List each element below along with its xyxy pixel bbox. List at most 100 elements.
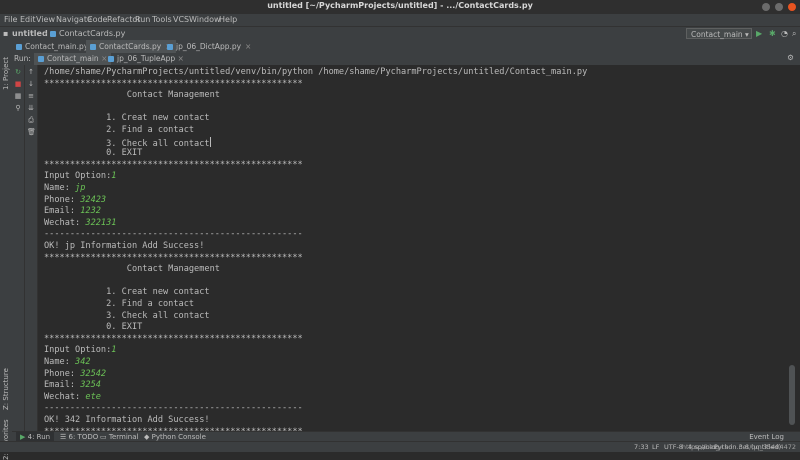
console-text: 1. Creat new contact — [44, 113, 210, 124]
pin-icon[interactable]: ⚲ — [14, 105, 22, 112]
menu-file[interactable]: File — [4, 15, 17, 24]
scroll-down-icon[interactable]: ↓ — [27, 81, 35, 88]
rerun-icon[interactable]: ↻ — [14, 69, 22, 76]
console-text: ****************************************… — [44, 333, 303, 344]
console-line: ****************************************… — [44, 79, 303, 91]
run-icon[interactable]: ▶ — [756, 29, 762, 38]
scroll-up-icon[interactable]: ↑ — [27, 69, 35, 76]
maximize-button[interactable] — [775, 3, 783, 11]
console-line: Input Option:1 — [44, 171, 116, 183]
console-line: Phone: 32542 — [44, 369, 106, 381]
python-file-icon — [50, 30, 56, 37]
console-text: Contact Management — [44, 264, 220, 275]
console-output[interactable]: /home/shame/PycharmProjects/untitled/ven… — [38, 65, 786, 431]
console-text: 2. Find a contact — [44, 299, 195, 309]
console-text: Wechat: — [44, 391, 86, 402]
console-text: Email: — [44, 206, 81, 217]
console-line: 1. Creat new contact — [44, 113, 210, 125]
gear-icon[interactable]: ⚙ — [787, 53, 794, 62]
title-bar: untitled [~/PycharmProjects/untitled] - … — [0, 0, 800, 15]
console-line: 2. Find a contact — [44, 299, 194, 311]
cursor-position[interactable]: 7:33 — [634, 443, 649, 451]
menu-help[interactable]: Help — [219, 15, 237, 24]
console-user-input: 322131 — [85, 217, 117, 228]
console-user-input: 3254 — [80, 380, 101, 391]
run-label: Run: — [14, 54, 31, 63]
structure-tool-tab[interactable]: Z: Structure — [2, 368, 10, 410]
todo-icon: ☰ — [60, 433, 67, 441]
console-user-input: 32542 — [80, 368, 107, 379]
favorites-tool-tab[interactable]: 2: Favorites — [2, 419, 10, 460]
menu-view[interactable]: View — [36, 15, 55, 24]
python-file-icon — [108, 55, 114, 62]
console-line: 3. Check all contact — [44, 136, 211, 149]
run-tab-label: jp_06_TupleApp — [117, 54, 176, 63]
console-user-input: 1 — [111, 171, 117, 182]
close-icon[interactable]: × — [178, 54, 184, 63]
line-separator[interactable]: LF — [652, 443, 659, 451]
close-icon[interactable]: × — [245, 42, 251, 51]
console-user-input: 32423 — [80, 194, 107, 205]
status-bar: 7:33 LF UTF-8 4 spaces Python 3.6 (untit… — [0, 441, 800, 452]
breadcrumb-file[interactable]: ContactCards.py — [50, 29, 125, 38]
search-icon[interactable]: ⌕ — [792, 29, 796, 39]
console-text: ----------------------------------------… — [44, 403, 303, 414]
console-text: Phone: — [44, 194, 81, 205]
python-file-icon — [16, 43, 22, 50]
console-user-input: ete — [85, 391, 101, 402]
menu-edit[interactable]: Edit — [20, 15, 36, 24]
console-text: ****************************************… — [44, 252, 303, 263]
tab-label: Contact_main.py — [25, 42, 89, 51]
scrollbar-thumb[interactable] — [789, 365, 795, 425]
text-caret — [209, 136, 211, 147]
stop-icon[interactable]: ■ — [14, 81, 22, 88]
console-text: Input Option: — [44, 345, 112, 356]
console-line: ****************************************… — [44, 160, 303, 172]
soft-wrap-icon[interactable]: ≡ — [27, 93, 35, 100]
console-text: Contact Management — [44, 90, 220, 101]
tool-tab-label: 4: Run — [27, 433, 51, 441]
run-config-select[interactable]: Contact_main ▾ — [686, 28, 752, 39]
coverage-icon[interactable]: ◔ — [781, 29, 788, 38]
editor-tabs: Contact_main.py× ContactCards.py× jp_06_… — [12, 40, 800, 55]
console-text: 1. Creat new contact — [44, 287, 210, 298]
breadcrumb-project[interactable]: untitled — [12, 29, 48, 38]
menu-vcs[interactable]: VCS — [173, 15, 189, 24]
tab-dictapp[interactable]: jp_06_DictApp.py × — [163, 40, 255, 53]
run-tab-tupleapp[interactable]: jp_06_TupleApp × — [104, 53, 188, 65]
project-tool-tab[interactable]: 1: Project — [2, 57, 10, 90]
console-line: Contact Management — [44, 264, 220, 276]
menu-tools[interactable]: Tools — [152, 15, 172, 24]
breadcrumb-file-label: ContactCards.py — [59, 29, 126, 38]
console-text: ****************************************… — [44, 78, 303, 89]
tab-label: ContactCards.py — [99, 42, 162, 51]
console-line: Name: 342 — [44, 357, 91, 369]
python-console-icon: ◆ — [144, 433, 150, 441]
debug-icon[interactable]: ✱ — [769, 29, 776, 38]
minimize-button[interactable] — [762, 3, 770, 11]
console-line: ----------------------------------------… — [44, 403, 303, 415]
watermark: https://blog.csdn.net/qq_35404472 — [681, 443, 796, 451]
console-text: Wechat: — [44, 217, 86, 228]
close-button[interactable] — [788, 3, 796, 11]
console-text: Name: — [44, 357, 76, 367]
console-line: ****************************************… — [44, 253, 303, 265]
menu-run[interactable]: Run — [135, 15, 150, 24]
console-text: 2. Find a contact — [44, 125, 195, 135]
file-encoding[interactable]: UTF-8 — [664, 443, 683, 451]
python-file-icon — [167, 43, 173, 50]
scroll-to-end-icon[interactable]: ⇊ — [27, 105, 35, 112]
folder-icon: ▪ — [3, 29, 9, 38]
print-icon[interactable]: ⎙ — [27, 117, 35, 124]
console-line: 3. Check all contact — [44, 311, 210, 323]
terminal-icon: ▭ — [100, 433, 107, 441]
restore-layout-icon[interactable]: ▦ — [14, 93, 22, 100]
console-text: OK! 342 Information Add Success! — [44, 415, 210, 425]
menu-window[interactable]: Window — [189, 15, 221, 24]
run-tab-contact-main[interactable]: Contact_main × — [34, 53, 112, 65]
console-scrollbar[interactable] — [788, 65, 796, 431]
trash-icon[interactable]: 🗑 — [27, 129, 36, 136]
console-line: 0. EXIT — [44, 322, 142, 334]
python-file-icon — [38, 55, 44, 62]
menu-code[interactable]: Code — [87, 15, 107, 24]
